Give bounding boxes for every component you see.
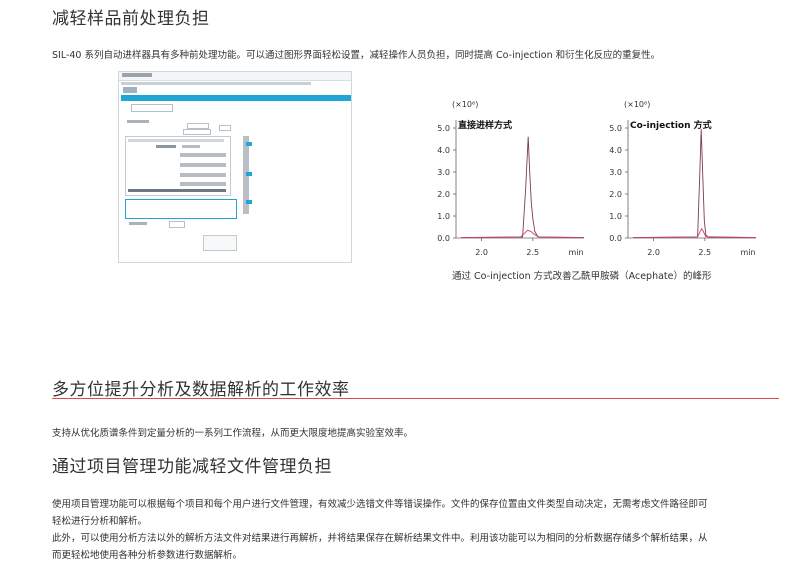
y-tick-label: 3.0 [609, 168, 622, 177]
software-label [127, 120, 149, 123]
software-input [219, 125, 231, 131]
table-cell [180, 173, 226, 177]
x-axis-label: min [740, 248, 755, 257]
software-dropdown [131, 104, 173, 112]
paragraph-line: 此外，可以使用分析方法以外的解析方法文件对结果进行再解析，并将结果保存在解析结果… [52, 533, 708, 544]
section-title-efficiency: 多方位提升分析及数据解析的工作效率 [52, 380, 350, 400]
software-settings-group [125, 199, 237, 219]
x-tick-label: 2.0 [475, 248, 488, 257]
chart-co-injection: (×10⁶) Co-injection 方式 5.0 4.0 3.0 2.0 1.0 0.0 2… [609, 100, 757, 257]
series-line-1 [461, 136, 585, 239]
software-marker [246, 142, 252, 146]
y-tick-label: 4.0 [609, 146, 622, 155]
software-toolbar-icon [123, 87, 137, 93]
section-description-sample-prep: SIL-40 系列自动进样器具有多种前处理功能。可以通过图形界面轻松设置，减轻操… [52, 50, 661, 61]
section-title-sample-prep: 减轻样品前处理负担 [52, 9, 210, 29]
software-note-box [203, 235, 237, 251]
section-divider [52, 398, 779, 399]
chart-title: Co-injection 方式 [630, 119, 712, 131]
table-cell [180, 153, 226, 157]
y-multiplier: (×10⁶) [624, 100, 650, 109]
software-title-text [122, 73, 152, 77]
x-tick-label: 2.5 [698, 248, 711, 257]
table-cell [182, 145, 200, 148]
software-screenshot [118, 71, 352, 263]
table-scrollbar [128, 189, 226, 192]
y-tick-label: 1.0 [609, 212, 622, 221]
software-marker [246, 172, 252, 176]
software-menubar [121, 82, 311, 85]
figure-caption: 通过 Co-injection 方式改善乙酰甲胺磷（Acephate）的峰形 [452, 271, 712, 282]
software-input [169, 221, 185, 228]
software-input [183, 129, 211, 135]
table-header [128, 139, 224, 142]
y-tick-label: 4.0 [437, 146, 450, 155]
series-line-2 [633, 227, 757, 239]
software-step-table [125, 136, 231, 196]
table-cell [180, 163, 226, 167]
paragraph-line: 使用项目管理功能可以根据每个项目和每个用户进行文件管理，有效减少选错文件等错误操… [52, 499, 708, 510]
x-axis-label: min [568, 248, 583, 257]
chart-direct-injection: (×10⁶) 直接进样方式 5.0 4.0 3.0 2.0 1.0 0.0 2.0 2.5 min [437, 100, 585, 257]
y-tick-label: 0.0 [437, 234, 450, 243]
y-tick-label: 1.0 [437, 212, 450, 221]
table-cell [156, 145, 176, 148]
y-tick-label: 5.0 [609, 124, 622, 133]
y-tick-label: 2.0 [609, 190, 622, 199]
y-multiplier: (×10⁶) [452, 100, 478, 109]
software-label [129, 222, 147, 225]
y-tick-label: 5.0 [437, 124, 450, 133]
section-title-project-management: 通过项目管理功能减轻文件管理负担 [52, 457, 332, 477]
project-management-paragraph: 使用项目管理功能可以根据每个项目和每个用户进行文件管理，有效减少选错文件等错误操… [52, 496, 708, 564]
paragraph-line: 而更轻松地使用各种分析参数进行数据解析。 [52, 550, 243, 561]
y-tick-label: 2.0 [437, 190, 450, 199]
x-tick-label: 2.0 [647, 248, 660, 257]
software-titlebar [119, 72, 351, 81]
chart-title: 直接进样方式 [458, 119, 512, 131]
series-line-1 [633, 129, 757, 239]
x-tick-label: 2.5 [526, 248, 539, 257]
table-cell [180, 182, 226, 186]
software-marker [246, 200, 252, 204]
software-blue-banner [121, 95, 351, 101]
y-tick-label: 3.0 [437, 168, 450, 177]
paragraph-line: 轻松进行分析和解析。 [52, 516, 148, 527]
section-description-efficiency: 支持从优化质谱条件到定量分析的一系列工作流程，从而更大限度地提高实验室效率。 [52, 428, 414, 439]
y-tick-label: 0.0 [609, 234, 622, 243]
